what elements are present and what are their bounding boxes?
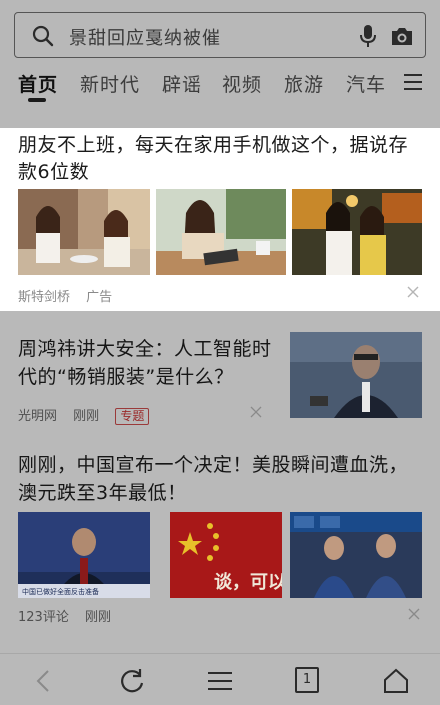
article-time: 刚刚: [73, 409, 100, 424]
active-tab-indicator: [28, 98, 46, 102]
back-icon[interactable]: [30, 667, 58, 695]
menu-icon[interactable]: [206, 667, 234, 695]
news-feed: 周鸿祎讲大安全：人工智能时代的“畅销服装”是什么？ 光明网 刚刚 专题 刚刚，中…: [0, 311, 440, 653]
ad-source: 斯特剑桥: [18, 290, 71, 305]
bottom-toolbar: 1: [0, 653, 440, 705]
article-source: 光明网: [18, 409, 58, 424]
tabs-counter-button[interactable]: 1: [295, 667, 319, 693]
tab-home[interactable]: 首页: [18, 70, 58, 97]
article-time: 刚刚: [84, 610, 111, 625]
ad-label: 广告: [86, 290, 113, 305]
close-icon[interactable]: [250, 406, 262, 418]
article-image[interactable]: [290, 332, 422, 418]
header: 景甜回应戛纳被催 首页 新时代 辟谣 视频 旅游 汽车: [0, 0, 440, 128]
news-caption: 中国已做好全面反击准备: [22, 587, 99, 596]
ad-card[interactable]: 朋友不上班，每天在家用手机做这个，据说存款6位数 斯特剑桥 广告: [0, 128, 440, 311]
article-title[interactable]: 刚刚，中国宣布一个决定！美股瞬间遭血洗，澳元跌至3年最低！: [18, 451, 422, 507]
home-icon[interactable]: [382, 667, 410, 695]
ad-title[interactable]: 朋友不上班，每天在家用手机做这个，据说存款6位数: [18, 132, 422, 186]
tab-travel[interactable]: 旅游: [284, 70, 324, 97]
ad-meta: 斯特剑桥 广告: [18, 286, 124, 305]
close-icon[interactable]: [406, 285, 420, 299]
ad-image-2[interactable]: [156, 189, 286, 275]
microphone-icon[interactable]: [357, 23, 379, 49]
channel-tabs: 首页 新时代 辟谣 视频 旅游 汽车: [0, 62, 440, 108]
article-image-3[interactable]: [290, 512, 422, 598]
close-icon[interactable]: [408, 608, 420, 620]
menu-icon[interactable]: [402, 71, 424, 93]
search-input[interactable]: 景甜回应戛纳被催: [69, 24, 221, 50]
tab-auto[interactable]: 汽车: [346, 70, 386, 97]
tab-rumor[interactable]: 辟谣: [162, 70, 202, 97]
tab-new-era[interactable]: 新时代: [80, 70, 140, 97]
comment-count: 123评论: [18, 610, 69, 625]
search-bar[interactable]: 景甜回应戛纳被催: [14, 12, 426, 58]
tab-video[interactable]: 视频: [222, 70, 262, 97]
refresh-icon[interactable]: [118, 667, 146, 695]
camera-icon[interactable]: [389, 23, 415, 49]
flag-slogan: 谈，可以！: [214, 571, 282, 593]
topic-badge: 专题: [115, 408, 150, 425]
ad-image-1[interactable]: [18, 189, 150, 275]
search-icon: [32, 25, 54, 47]
article-image-2[interactable]: 谈，可以！: [170, 512, 282, 598]
tab-count: 1: [302, 672, 312, 687]
ad-image-3[interactable]: [292, 189, 422, 275]
article-meta: 123评论 刚刚: [18, 606, 123, 625]
article-meta: 光明网 刚刚 专题: [18, 405, 161, 425]
article-title[interactable]: 周鸿祎讲大安全：人工智能时代的“畅销服装”是什么？: [18, 335, 280, 391]
article-image-1[interactable]: 中国已做好全面反击准备: [18, 512, 150, 598]
